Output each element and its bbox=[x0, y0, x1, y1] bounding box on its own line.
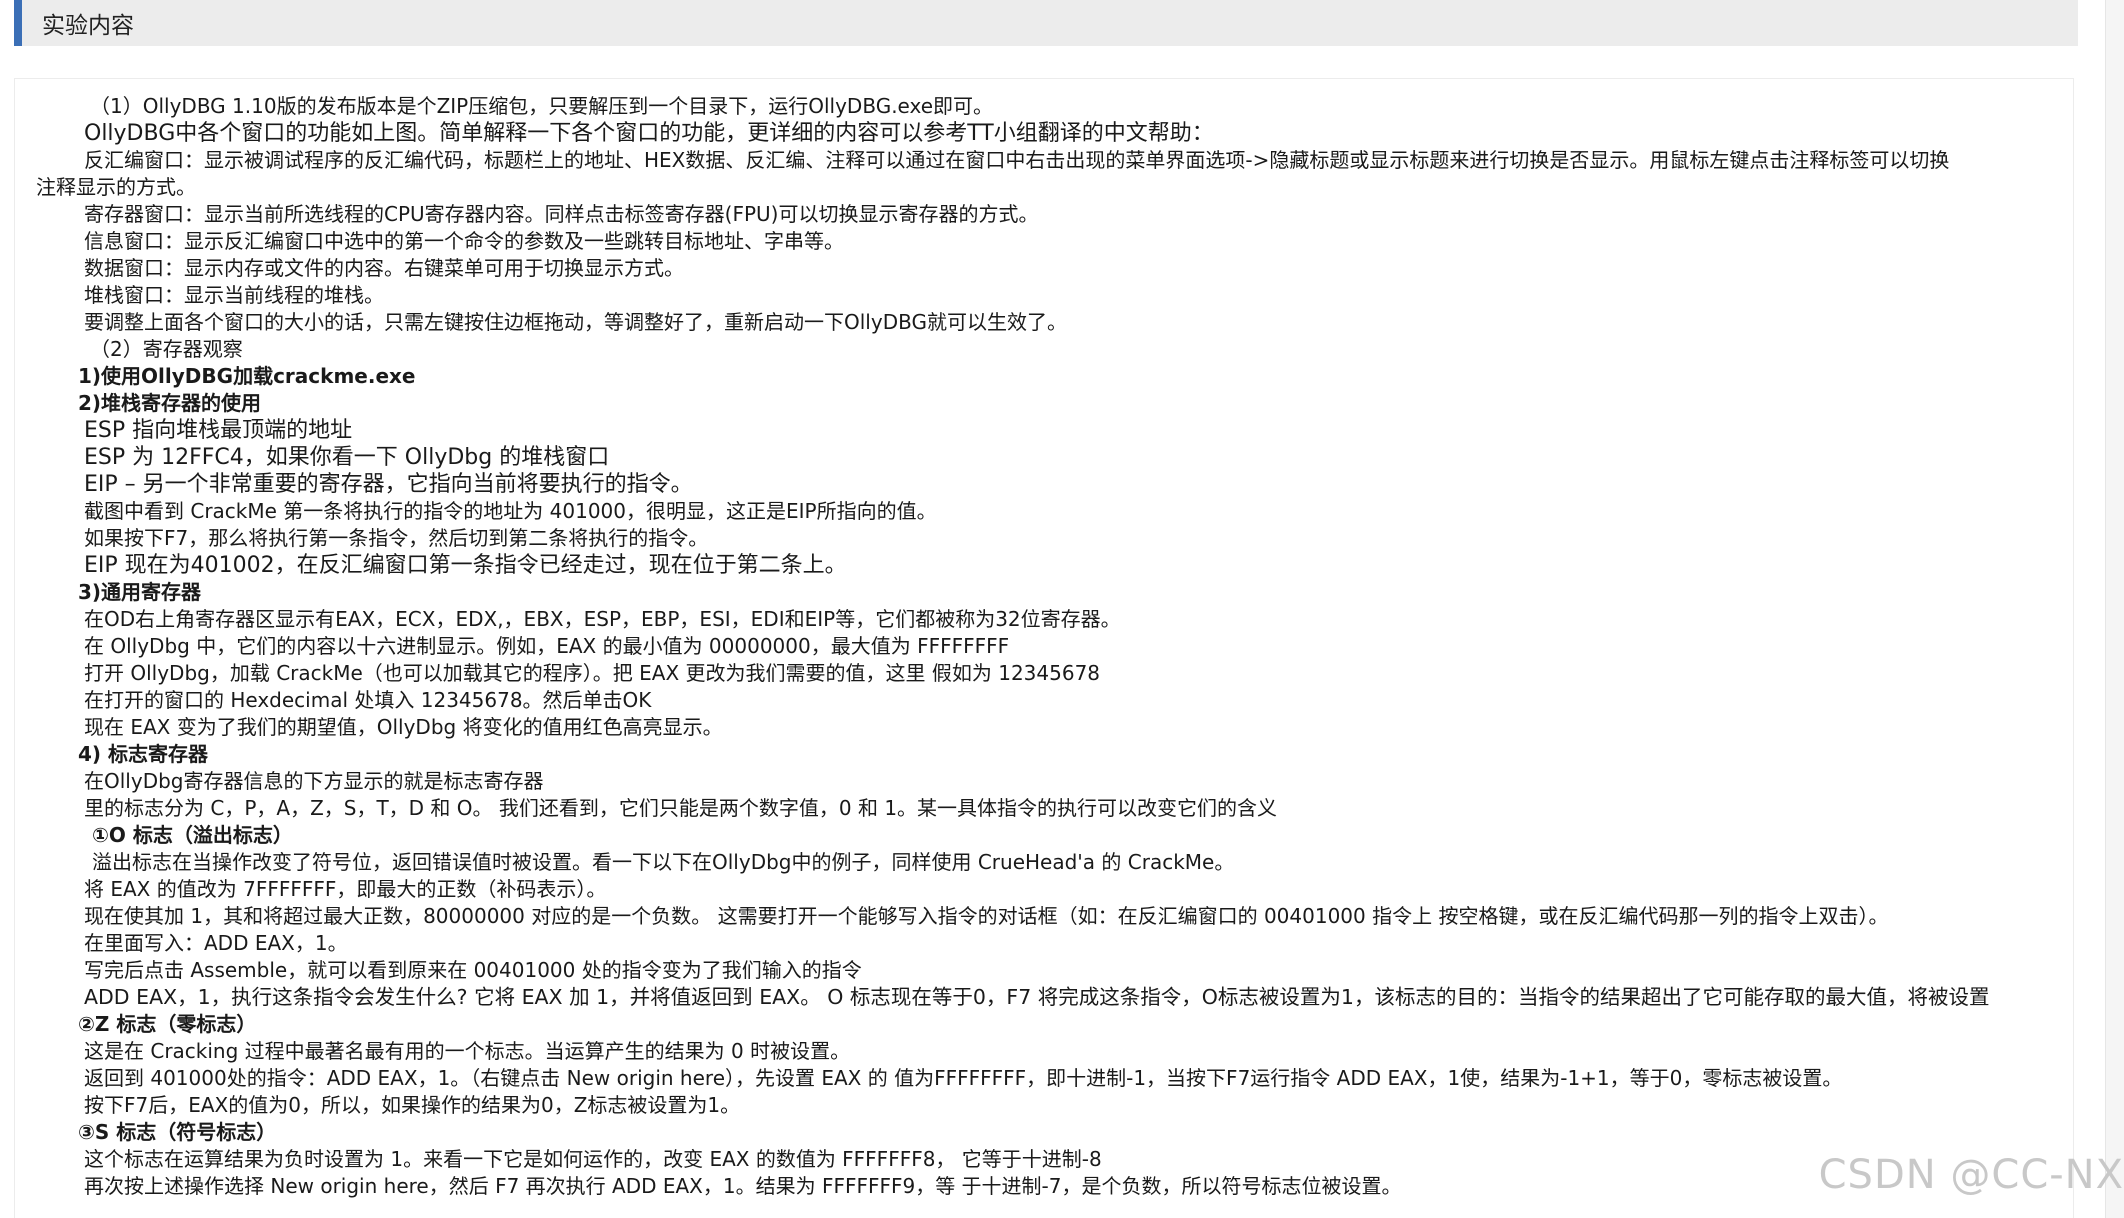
text-line: ESP 为 12FFC4，如果你看一下 OllyDbg 的堆栈窗口 bbox=[84, 445, 610, 470]
text-line: 现在使其加 1，其和将超过最大正数，80000000 对应的是一个负数。 这需要… bbox=[84, 904, 1889, 928]
text-line: ADD EAX，1，执行这条指令会发生什么? 它将 EAX 加 1，并将值返回到… bbox=[84, 985, 1990, 1009]
text-line: 在里面写入：ADD EAX，1。 bbox=[84, 931, 348, 955]
text-line: 这个标志在运算结果为负时设置为 1。来看一下它是如何运作的，改变 EAX 的数值… bbox=[84, 1147, 1102, 1171]
watermark: CSDN @CC-NX bbox=[1818, 1152, 2124, 1198]
text-line: 数据窗口：显示内存或文件的内容。右键菜单可用于切换显示方式。 bbox=[84, 256, 684, 280]
text-line: 如果按下F7，那么将执行第一条指令，然后切到第二条将执行的指令。 bbox=[84, 526, 709, 550]
text-line: 在 OllyDbg 中，它们的内容以十六进制显示。例如，EAX 的最小值为 00… bbox=[84, 634, 1010, 658]
subheading: 1)使用OllyDBG加载crackme.exe bbox=[78, 364, 416, 388]
text-line: ESP 指向堆栈最顶端的地址 bbox=[84, 418, 353, 443]
subheading: ②Z 标志（零标志） bbox=[78, 1012, 257, 1036]
text-line: 要调整上面各个窗口的大小的话，只需左键按住边框拖动，等调整好了，重新启动一下Ol… bbox=[84, 310, 1067, 334]
subheading: ①O 标志（溢出标志） bbox=[92, 823, 293, 847]
text-line: OllyDBG中各个窗口的功能如上图。简单解释一下各个窗口的功能，更详细的内容可… bbox=[84, 121, 1214, 146]
text-line: 里的标志分为 C，P，A，Z，S，T，D 和 O。 我们还看到，它们只能是两个数… bbox=[84, 796, 1278, 820]
subheading: 3)通用寄存器 bbox=[78, 580, 202, 604]
text-line: （2）寄存器观察 bbox=[90, 337, 243, 361]
text-line: 截图中看到 CrackMe 第一条将执行的指令的地址为 401000，很明显，这… bbox=[84, 499, 937, 523]
text-line: 堆栈窗口：显示当前线程的堆栈。 bbox=[84, 283, 384, 307]
text-line: 将 EAX 的值改为 7FFFFFFF，即最大的正数（补码表示）。 bbox=[84, 877, 607, 901]
text-line: 注释显示的方式。 bbox=[36, 175, 196, 199]
text-line: 写完后点击 Assemble，就可以看到原来在 00401000 处的指令变为了… bbox=[84, 958, 862, 982]
text-line: 在打开的窗口的 Hexdecimal 处填入 12345678。然后单击OK bbox=[84, 688, 652, 712]
text-line: 打开 OllyDbg，加载 CrackMe（也可以加载其它的程序）。把 EAX … bbox=[84, 661, 1101, 685]
text-line: 按下F7后，EAX的值为0，所以，如果操作的结果为0，Z标志被设置为1。 bbox=[84, 1093, 741, 1117]
page: 实验内容 （1）OllyDBG 1.10版的发布版本是个ZIP压缩包，只要解压到… bbox=[0, 0, 2124, 1218]
page-scrollbar[interactable] bbox=[2105, 0, 2124, 1218]
text-line: 信息窗口：显示反汇编窗口中选中的第一个命令的参数及一些跳转目标地址、字串等。 bbox=[84, 229, 844, 253]
text-line: （1）OllyDBG 1.10版的发布版本是个ZIP压缩包，只要解压到一个目录下… bbox=[90, 94, 994, 118]
text-line: EIP – 另一个非常重要的寄存器，它指向当前将要执行的指令。 bbox=[84, 472, 693, 497]
section-header: 实验内容 bbox=[14, 0, 2078, 46]
text-line: 在OD右上角寄存器区显示有EAX，ECX，EDX,，EBX，ESP，EBP，ES… bbox=[84, 607, 1121, 631]
text-line: 返回到 401000处的指令：ADD EAX，1。（右键点击 New origi… bbox=[84, 1066, 1843, 1090]
text-line: 溢出标志在当操作改变了符号位，返回错误值时被设置。看一下以下在OllyDbg中的… bbox=[92, 850, 1235, 874]
section-title: 实验内容 bbox=[42, 13, 134, 39]
text-line: 现在 EAX 变为了我们的期望值，OllyDbg 将变化的值用红色高亮显示。 bbox=[84, 715, 723, 739]
subheading: 4) 标志寄存器 bbox=[78, 742, 209, 766]
text-line: 寄存器窗口：显示当前所选线程的CPU寄存器内容。同样点击标签寄存器(FPU)可以… bbox=[84, 202, 1039, 226]
text-line: 在OllyDbg寄存器信息的下方显示的就是标志寄存器 bbox=[84, 769, 544, 793]
text-line: EIP 现在为401002，在反汇编窗口第一条指令已经走过，现在位于第二条上。 bbox=[84, 553, 847, 578]
subheading: 2)堆栈寄存器的使用 bbox=[78, 391, 262, 415]
text-line: 再次按上述操作选择 New origin here，然后 F7 再次执行 ADD… bbox=[84, 1174, 1402, 1198]
text-line: 这是在 Cracking 过程中最著名最有用的一个标志。当运算产生的结果为 0 … bbox=[84, 1039, 851, 1063]
text-line: 反汇编窗口：显示被调试程序的反汇编代码，标题栏上的地址、HEX数据、反汇编、注释… bbox=[84, 148, 1950, 172]
subheading: ③S 标志（符号标志） bbox=[78, 1120, 277, 1144]
